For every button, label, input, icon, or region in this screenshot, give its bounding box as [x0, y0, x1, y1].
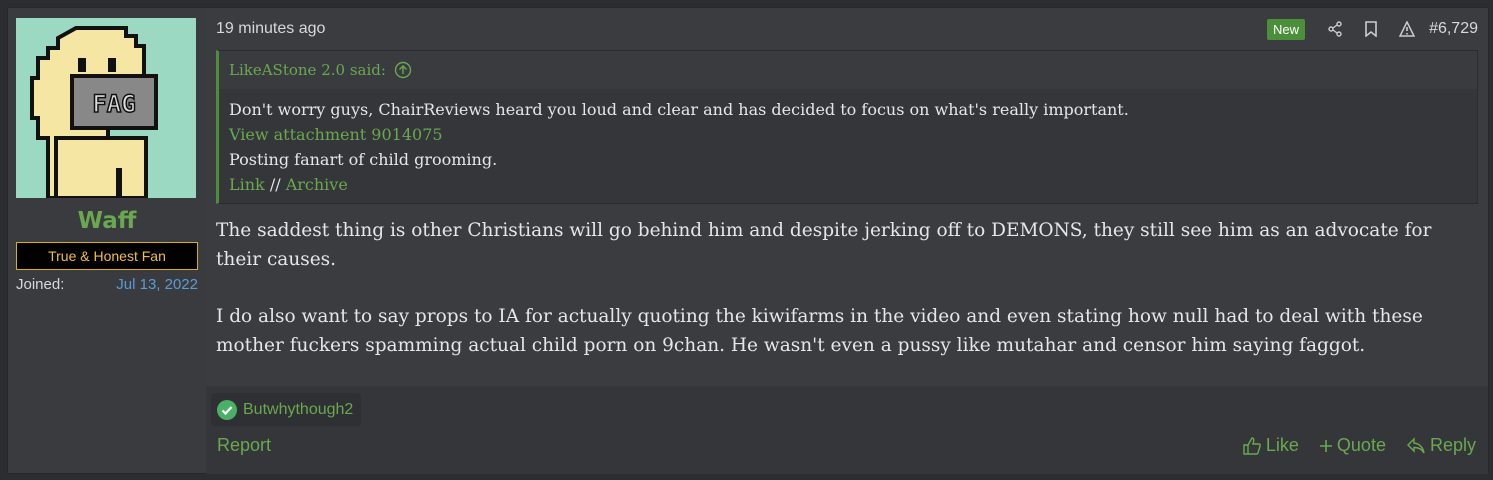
avatar-sign-text: FAG	[92, 90, 135, 118]
user-sidebar: FAG Waff True & Honest Fan Joined: Jul 1…	[8, 8, 206, 473]
quote-body: Don't worry guys, ChairReviews heard you…	[219, 89, 1477, 203]
reply-label: Reply	[1429, 435, 1476, 455]
quote-links: Link // Archive	[229, 172, 1467, 197]
post-header: 19 minutes ago New #6,729	[216, 8, 1478, 50]
like-button[interactable]: Like	[1242, 435, 1299, 456]
link-separator: //	[264, 175, 286, 194]
check-circle-icon	[217, 399, 237, 420]
quote-header[interactable]: LikeAStone 2.0 said:	[219, 51, 1477, 89]
new-badge: New	[1267, 18, 1306, 40]
link-link[interactable]: Link	[229, 175, 265, 194]
joined-row: Joined: Jul 13, 2022	[16, 276, 198, 293]
post-number[interactable]: #6,729	[1429, 20, 1478, 38]
user-title-badge: True & Honest Fan	[16, 242, 198, 270]
reaction-summary[interactable]: Butwhythough2	[211, 393, 362, 426]
message-paragraph: The saddest thing is other Christians wi…	[216, 220, 1432, 270]
post-footer: Butwhythough2 Report Like Quote Reply	[206, 386, 1488, 474]
plus-icon	[1319, 439, 1332, 452]
thumbs-up-icon	[1243, 436, 1261, 455]
quote-button[interactable]: Quote	[1319, 435, 1386, 456]
reply-icon	[1406, 436, 1425, 453]
quote-author[interactable]: LikeAStone 2.0 said:	[229, 61, 386, 79]
quote-line: Don't worry guys, ChairReviews heard you…	[229, 100, 1129, 119]
quote-block: LikeAStone 2.0 said: Don't worry guys, C…	[216, 50, 1478, 204]
like-label: Like	[1265, 435, 1299, 455]
share-icon[interactable]	[1317, 17, 1353, 41]
arrow-up-circle-icon[interactable]	[394, 61, 412, 79]
post-content: 19 minutes ago New #6,729 LikeAStone 2.0…	[206, 8, 1488, 380]
joined-label: Joined:	[16, 276, 65, 293]
post: FAG Waff True & Honest Fan Joined: Jul 1…	[7, 7, 1489, 474]
reply-button[interactable]: Reply	[1406, 435, 1476, 456]
report-warning-icon[interactable]	[1389, 17, 1425, 41]
bookmark-icon[interactable]	[1353, 17, 1389, 41]
username[interactable]: Waff	[16, 208, 198, 238]
post-header-tools: New #6,729	[1267, 17, 1478, 41]
message-paragraph: I do also want to say props to IA for ac…	[216, 306, 1423, 356]
joined-date: Jul 13, 2022	[116, 276, 198, 293]
post-main: 19 minutes ago New #6,729 LikeAStone 2.0…	[206, 8, 1488, 474]
post-message: The saddest thing is other Christians wi…	[216, 204, 1478, 380]
archive-link[interactable]: Archive	[286, 175, 348, 194]
quote-line: Posting fanart of child grooming.	[229, 150, 498, 169]
post-timestamp[interactable]: 19 minutes ago	[216, 20, 325, 38]
post-actions: Like Quote Reply	[1242, 435, 1476, 456]
quote-label: Quote	[1336, 435, 1386, 455]
avatar[interactable]: FAG	[16, 18, 196, 198]
reaction-user[interactable]: Butwhythough2	[243, 401, 353, 419]
attachment-link[interactable]: View attachment 9014075	[229, 122, 1467, 147]
report-link[interactable]: Report	[217, 435, 271, 456]
